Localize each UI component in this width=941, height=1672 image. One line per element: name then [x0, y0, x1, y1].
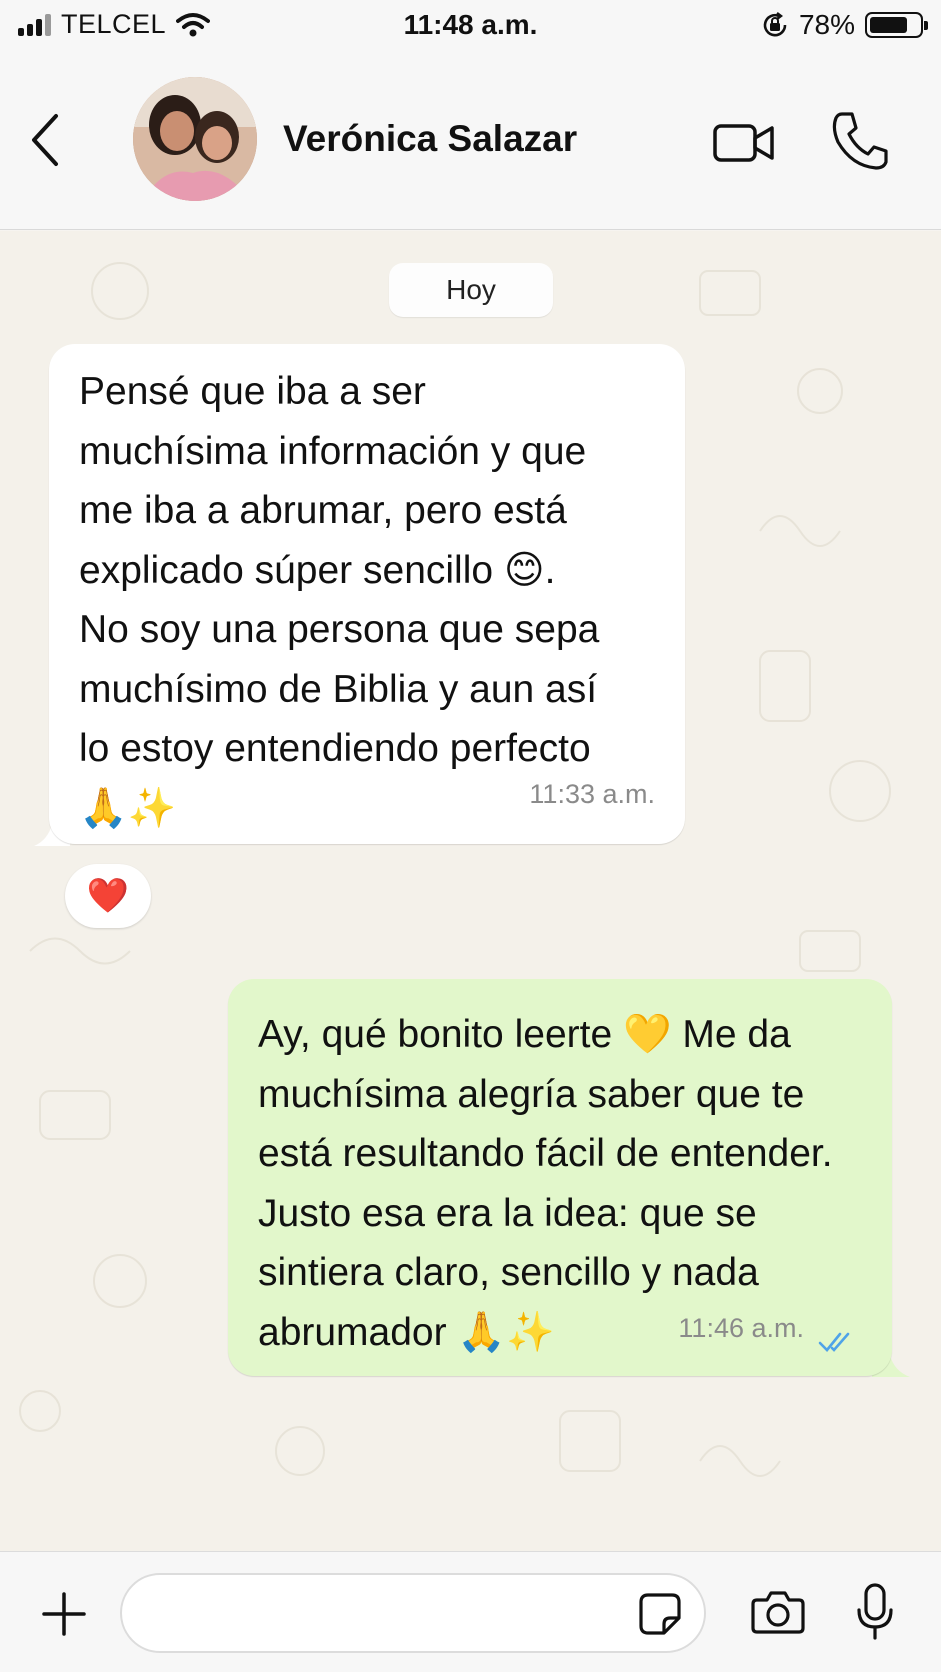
camera-icon [751, 1591, 805, 1634]
chat-area[interactable]: Hoy Pensé que iba a ser muchísima inform… [0, 231, 941, 1551]
video-call-icon [713, 124, 774, 162]
sticker-button[interactable] [638, 1592, 682, 1636]
back-arrow-icon [32, 114, 58, 166]
microphone-icon [857, 1583, 893, 1640]
plus-icon [42, 1592, 86, 1636]
camera-button[interactable] [751, 1588, 805, 1636]
attach-button[interactable] [40, 1590, 88, 1638]
battery-percent: 78% [798, 9, 855, 40]
video-call-button[interactable] [712, 118, 776, 168]
contact-name[interactable]: Verónica Salazar [283, 118, 577, 160]
incoming-message-bubble[interactable]: Pensé que iba a ser muchísima informació… [49, 344, 685, 844]
message-time: 11:33 a.m. [529, 778, 655, 809]
day-separator: Hoy [389, 263, 553, 317]
input-bar [0, 1551, 941, 1672]
avatar[interactable] [133, 77, 257, 201]
back-button[interactable] [22, 110, 72, 170]
reaction-badge[interactable]: ❤️ [65, 864, 151, 928]
message-input[interactable] [120, 1573, 706, 1653]
status-right: 78% [761, 9, 928, 41]
chat-header: Verónica Salazar [0, 52, 941, 230]
status-bar: TELCEL 11:48 a.m. 78% [0, 0, 941, 52]
sticker-icon [639, 1593, 681, 1635]
voice-call-button[interactable] [830, 110, 888, 172]
outgoing-message-bubble[interactable]: Ay, qué bonito leerte 💛 Me da muchísima … [228, 979, 892, 1376]
read-receipt-icon [818, 1332, 850, 1352]
battery-level [870, 17, 908, 33]
microphone-button[interactable] [855, 1582, 895, 1642]
message-time: 11:46 a.m. [678, 1312, 804, 1343]
orientation-lock-icon [761, 11, 789, 39]
avatar-photo [133, 77, 257, 201]
phone-call-icon [832, 112, 888, 170]
battery-icon [865, 12, 928, 38]
